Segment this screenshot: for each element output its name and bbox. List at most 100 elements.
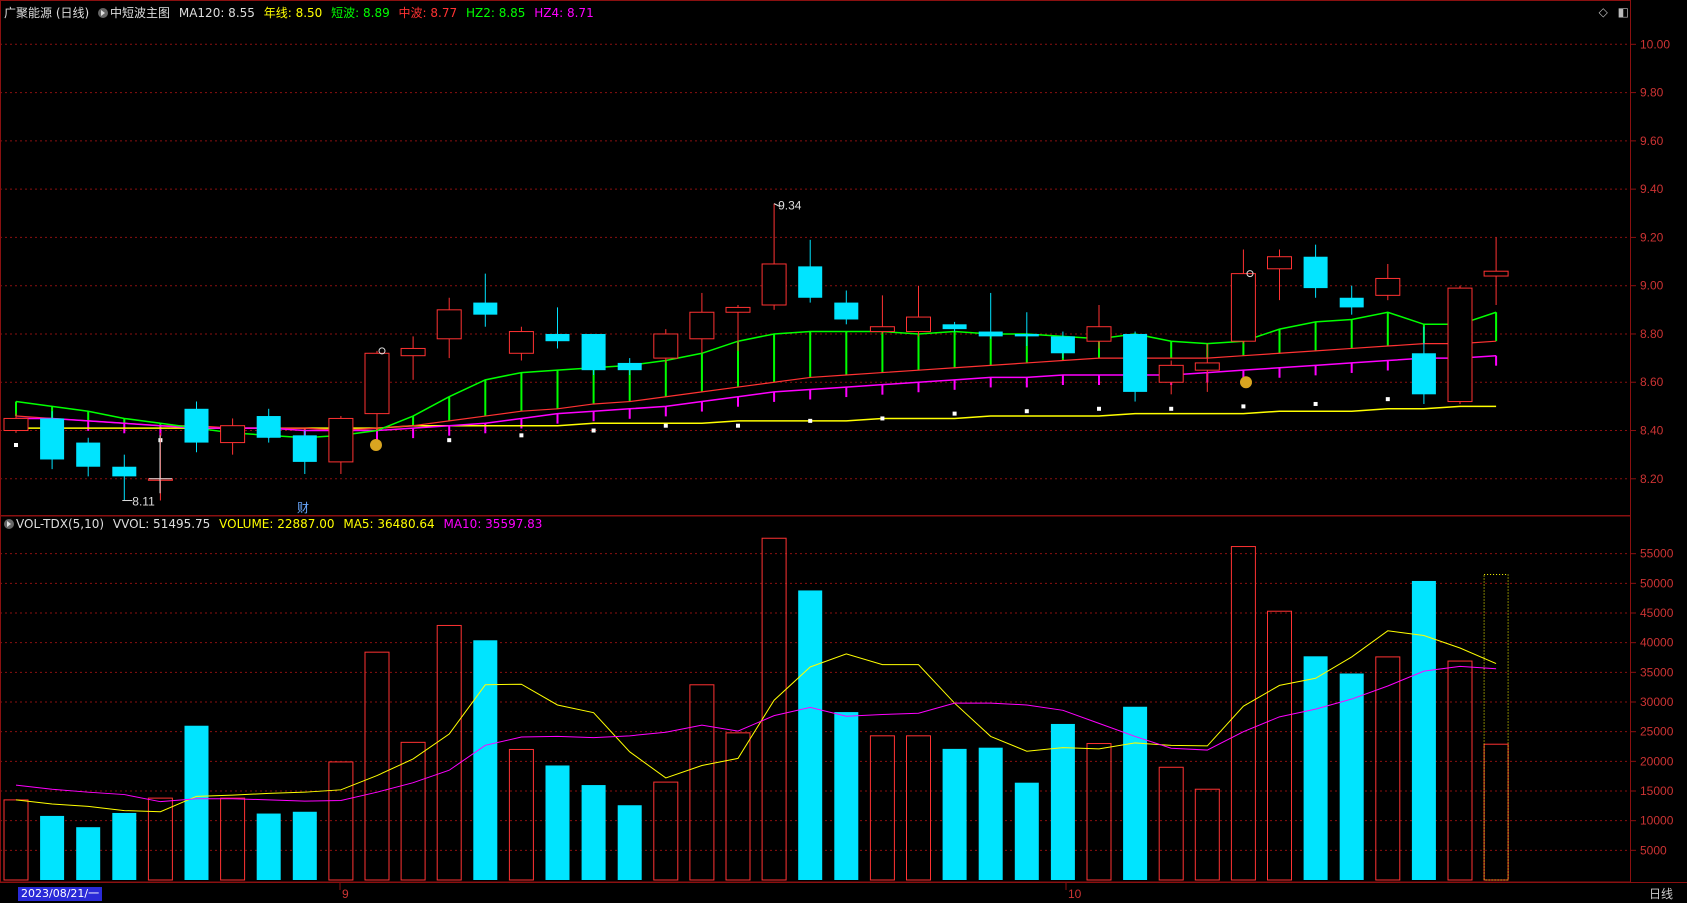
- money-bag-icon[interactable]: [1240, 376, 1252, 389]
- diamond-icon[interactable]: ◇: [1599, 5, 1608, 19]
- candle-body-down[interactable]: [184, 408, 209, 443]
- candle-body-up[interactable]: [508, 331, 534, 354]
- volume-bar-down[interactable]: [1014, 782, 1039, 880]
- candle-body-up[interactable]: [1230, 273, 1256, 342]
- candle-body-up[interactable]: [1483, 270, 1509, 277]
- volume-bar-up[interactable]: [1267, 610, 1292, 881]
- zhongbo-value: 中波: 8.77: [398, 6, 458, 20]
- candle-body-down[interactable]: [473, 302, 498, 315]
- candle-body-up[interactable]: [1194, 362, 1220, 371]
- candle-body-down[interactable]: [112, 466, 137, 477]
- candle-body-down[interactable]: [1050, 336, 1075, 354]
- volume-indicator-name[interactable]: VOL-TDX(5,10): [4, 517, 104, 531]
- volume-bar-down[interactable]: [1303, 656, 1328, 880]
- candle-body-up[interactable]: [3, 417, 29, 432]
- candle-body-down[interactable]: [292, 435, 317, 462]
- candle-body-up[interactable]: [761, 263, 787, 306]
- candle-body-down[interactable]: [76, 442, 101, 467]
- finance-marker[interactable]: 财: [297, 501, 309, 515]
- volume-axis-label: 30000: [1640, 695, 1674, 709]
- stock-title[interactable]: 广聚能源 (日线): [4, 6, 89, 20]
- candle-body-up[interactable]: [906, 316, 931, 333]
- volume-bar-down[interactable]: [473, 640, 498, 880]
- volume-bar-up[interactable]: [869, 735, 895, 881]
- candle-body-up[interactable]: [220, 425, 246, 444]
- volume-axis-label: 25000: [1640, 725, 1674, 739]
- volume-bar-down[interactable]: [545, 765, 570, 880]
- volume-bar-up[interactable]: [1194, 788, 1220, 881]
- volume-bar-down[interactable]: [112, 812, 137, 880]
- volume-bar-down[interactable]: [617, 805, 642, 880]
- volume-bar-down[interactable]: [1123, 706, 1148, 880]
- candle-body-up[interactable]: [328, 417, 354, 463]
- volume-value: VOLUME: 22887.00: [219, 517, 335, 531]
- volume-bar-down[interactable]: [292, 811, 317, 880]
- volume-bars[interactable]: [3, 537, 1509, 881]
- candle-body-up[interactable]: [400, 347, 426, 357]
- candle-body-up[interactable]: [653, 333, 679, 359]
- candle-body-down[interactable]: [1303, 256, 1328, 289]
- candle-body-up[interactable]: [436, 309, 462, 340]
- volume-bar-down[interactable]: [184, 725, 209, 880]
- volume-bar-up[interactable]: [220, 797, 246, 881]
- volume-bar-down[interactable]: [40, 815, 65, 880]
- period-label[interactable]: 日线: [1649, 887, 1673, 901]
- candle-body-up[interactable]: [1447, 287, 1473, 403]
- candle-body-down[interactable]: [1014, 333, 1039, 337]
- volume-bar-up[interactable]: [436, 624, 462, 881]
- volume-axis-label: 50000: [1640, 576, 1674, 590]
- candle-body-up[interactable]: [725, 306, 751, 313]
- candle-body-down[interactable]: [798, 266, 823, 298]
- candle-body-up[interactable]: [689, 311, 715, 340]
- volume-bar-up[interactable]: [3, 799, 29, 881]
- volume-bar-down[interactable]: [256, 813, 281, 880]
- indicator-name[interactable]: 中短波主图: [98, 6, 170, 20]
- volume-bar-down[interactable]: [1339, 673, 1364, 880]
- volume-bar-down[interactable]: [798, 590, 823, 880]
- candle-body-down[interactable]: [256, 416, 281, 438]
- candle-body-down[interactable]: [978, 331, 1003, 337]
- volume-bar-down[interactable]: [978, 747, 1003, 880]
- play-icon[interactable]: [4, 518, 14, 529]
- candle-body-down[interactable]: [1411, 353, 1436, 395]
- volume-bar-up[interactable]: [1447, 660, 1473, 881]
- play-icon[interactable]: [98, 7, 109, 18]
- candle-body-up[interactable]: [1267, 256, 1292, 270]
- volume-bar-up[interactable]: [364, 651, 390, 881]
- volume-bar-up[interactable]: [508, 748, 534, 881]
- volume-bar-up[interactable]: [1158, 766, 1184, 881]
- volume-bar-up[interactable]: [147, 797, 173, 881]
- volume-bar-down[interactable]: [1411, 580, 1436, 880]
- volume-bar-up[interactable]: [1086, 743, 1112, 881]
- candle-body-down[interactable]: [40, 418, 65, 460]
- window-icon[interactable]: ◧: [1618, 5, 1629, 19]
- ma120-dot: [1313, 401, 1318, 406]
- candle-body-up[interactable]: [1375, 277, 1401, 296]
- volume-bar-down[interactable]: [76, 827, 101, 880]
- candle-body-down[interactable]: [942, 324, 967, 330]
- candle-body-down[interactable]: [581, 333, 606, 371]
- candle-body-up[interactable]: [1158, 364, 1184, 383]
- candle-body-down[interactable]: [834, 302, 859, 320]
- candlesticks[interactable]: [3, 203, 1509, 501]
- volume-bar-up[interactable]: [1483, 743, 1509, 881]
- candle-body-down[interactable]: [617, 362, 642, 371]
- candle-body-down[interactable]: [1339, 297, 1364, 308]
- duanbo-line: [15, 311, 1497, 439]
- volume-bar-up[interactable]: [1230, 546, 1256, 881]
- volume-bar-up[interactable]: [725, 732, 751, 881]
- candle-body-down[interactable]: [545, 333, 570, 342]
- volume-bar-down[interactable]: [942, 748, 967, 880]
- stock-chart[interactable]: 10.00 9.80 9.60 9.40 9.20 9.00 8.80 8.60 8.40 8.2…: [0, 0, 1687, 903]
- candle-body-down[interactable]: [1123, 333, 1148, 392]
- volume-bar-down[interactable]: [581, 785, 606, 880]
- volume-bar-up[interactable]: [761, 537, 787, 881]
- candle-body-up[interactable]: [1086, 326, 1112, 342]
- volume-bar-down[interactable]: [834, 712, 859, 880]
- volume-bar-up[interactable]: [653, 781, 679, 881]
- volume-bar-up[interactable]: [906, 735, 931, 881]
- money-bag-icon[interactable]: [370, 439, 382, 451]
- candle-body-up[interactable]: [364, 352, 390, 415]
- candle-body-up[interactable]: [869, 326, 895, 333]
- volume-bar-up[interactable]: [1375, 656, 1401, 881]
